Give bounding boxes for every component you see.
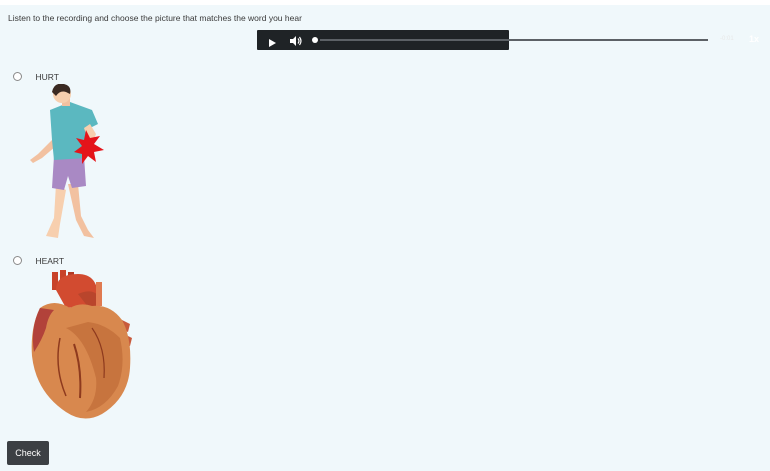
top-bar bbox=[0, 0, 770, 5]
playback-speed-button[interactable]: 1x bbox=[749, 34, 759, 44]
option-label-hurt: HURT bbox=[35, 71, 59, 82]
heart-image[interactable] bbox=[26, 268, 138, 426]
instruction-text: Listen to the recording and choose the p… bbox=[8, 13, 302, 23]
volume-icon[interactable] bbox=[289, 34, 303, 46]
boy-hurt-image[interactable] bbox=[24, 83, 110, 246]
progress-track[interactable] bbox=[320, 39, 708, 41]
radio-hurt[interactable] bbox=[13, 72, 22, 82]
option-label-heart: HEART bbox=[35, 255, 65, 266]
radio-heart[interactable] bbox=[13, 256, 22, 266]
play-icon[interactable] bbox=[267, 35, 277, 47]
seek-handle[interactable] bbox=[312, 37, 318, 43]
check-button[interactable]: Check bbox=[7, 441, 49, 465]
time-remaining: -0:01 bbox=[720, 36, 734, 42]
audio-player: -0:01 1x bbox=[257, 30, 759, 50]
